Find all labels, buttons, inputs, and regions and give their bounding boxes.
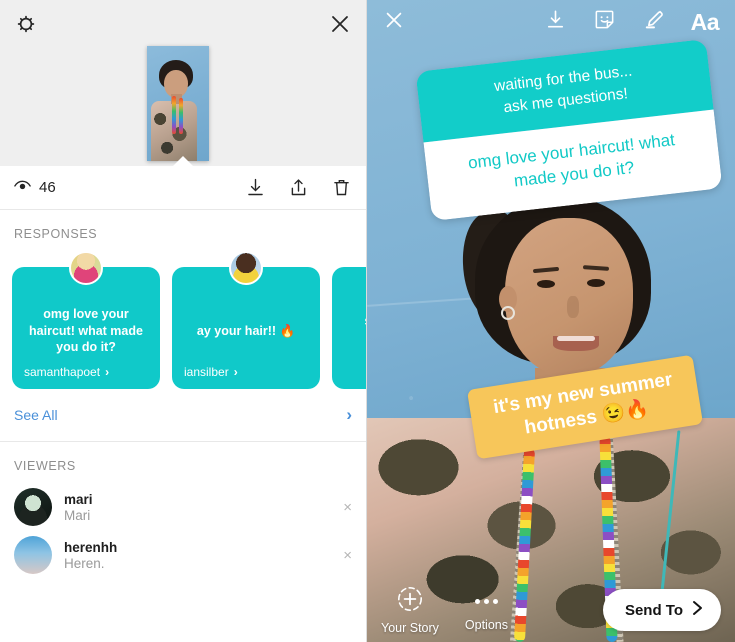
thumbnail-photo: [147, 46, 209, 161]
share-icon[interactable]: [288, 177, 309, 198]
responses-section-label: RESPONSES: [14, 227, 98, 241]
see-all-row[interactable]: See All ›: [0, 389, 366, 442]
avatar: [229, 251, 263, 285]
response-text: sam te s: [344, 297, 366, 379]
response-card[interactable]: sam te s: [332, 267, 366, 389]
thumbnail-pointer: [172, 156, 194, 167]
your-story-label: Your Story: [381, 620, 439, 635]
chevron-right-icon: ›: [233, 365, 238, 379]
chevron-right-icon: ›: [346, 405, 352, 424]
response-text: omg love your haircut! what made you do …: [29, 307, 143, 355]
story-editor-panel: Aa waiting for the bus... ask me questio…: [367, 0, 735, 642]
viewers-section-label: VIEWERS: [14, 459, 76, 473]
avatar: [69, 251, 103, 285]
options-button[interactable]: Options: [465, 588, 508, 632]
view-count-value: 46: [39, 179, 56, 196]
story-stats-bar: 46: [0, 166, 366, 210]
options-label: Options: [464, 618, 508, 632]
response-card[interactable]: omg love your haircut! what made you do …: [12, 251, 160, 389]
avatar[interactable]: [14, 536, 52, 574]
download-icon[interactable]: [245, 177, 266, 198]
story-insights-panel: 46 RESPONSES omg love your haircut! what…: [0, 0, 367, 642]
send-to-label: Send To: [624, 601, 683, 619]
viewer-row[interactable]: mari Mari ×: [0, 483, 366, 531]
more-dots-icon: [474, 588, 498, 614]
eye-icon: [14, 179, 31, 196]
your-story-button[interactable]: Your Story: [381, 586, 439, 635]
viewer-username: herenhh: [64, 539, 118, 555]
responses-carousel[interactable]: omg love your haircut! what made you do …: [0, 251, 366, 389]
viewer-username: mari: [64, 491, 93, 507]
see-all-label: See All: [14, 407, 58, 423]
response-card[interactable]: ay your hair!! 🔥 iansilber ›: [172, 251, 320, 389]
remove-viewer-icon[interactable]: ×: [343, 547, 352, 564]
response-username-row[interactable]: samanthapoet ›: [24, 365, 148, 379]
response-username: iansilber: [184, 365, 229, 379]
viewer-fullname: Mari: [64, 507, 91, 523]
close-icon[interactable]: [383, 9, 405, 36]
viewer-row[interactable]: herenhh Heren. ×: [0, 531, 366, 579]
view-count-group: 46: [14, 179, 56, 196]
response-username-row[interactable]: iansilber ›: [184, 365, 308, 379]
editor-bottom-bar: Your Story Options Send To: [367, 578, 735, 642]
close-icon[interactable]: [328, 12, 352, 36]
gear-icon[interactable]: [14, 12, 38, 36]
viewer-fullname: Heren.: [64, 555, 105, 571]
text-tool-label[interactable]: Aa: [691, 10, 720, 34]
story-action-icons: [245, 177, 352, 198]
download-icon[interactable]: [544, 8, 567, 36]
sticker-smiley-icon[interactable]: [593, 8, 616, 36]
editor-top-bar: Aa: [367, 0, 735, 44]
chevron-right-icon: [692, 600, 703, 620]
story-thumbnail[interactable]: [147, 46, 209, 161]
trash-icon[interactable]: [331, 177, 352, 198]
story-preview-area: [0, 0, 366, 167]
send-to-button[interactable]: Send To: [602, 589, 721, 631]
viewer-names: mari Mari: [64, 492, 93, 523]
chevron-right-icon: ›: [105, 365, 110, 379]
add-circle-icon: [397, 586, 423, 617]
response-username: samanthapoet: [24, 365, 101, 379]
avatar[interactable]: [14, 488, 52, 526]
marker-pen-icon[interactable]: [642, 8, 665, 36]
remove-viewer-icon[interactable]: ×: [343, 499, 352, 516]
response-text: ay your hair!! 🔥: [196, 323, 296, 338]
viewer-names: herenhh Heren.: [64, 540, 117, 571]
